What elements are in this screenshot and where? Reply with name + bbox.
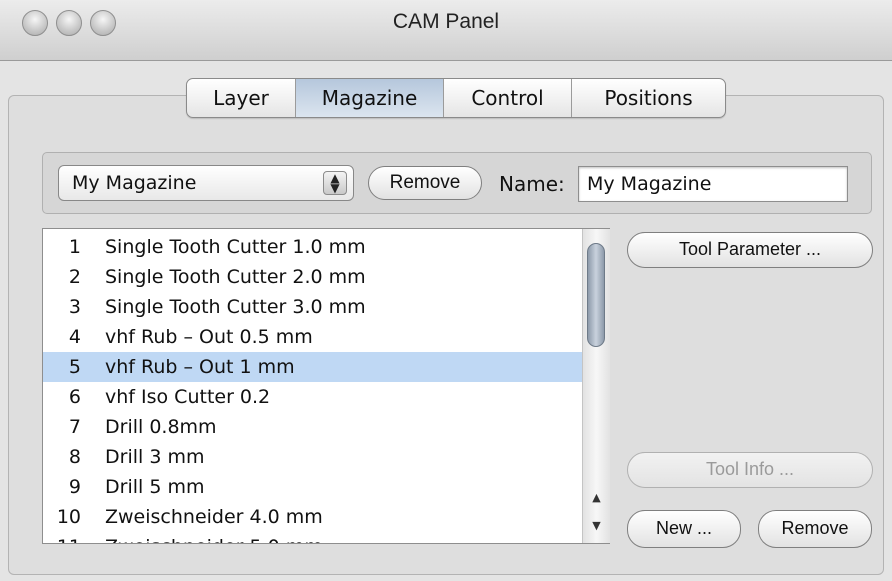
tool-list-scrollbar[interactable]: ▲ ▼ xyxy=(582,229,610,543)
window-title: CAM Panel xyxy=(392,10,500,33)
tool-parameter-button[interactable]: Tool Parameter ... xyxy=(627,232,873,268)
list-item[interactable]: 10 Zweischneider 4.0 mm xyxy=(43,502,583,532)
magazine-select[interactable]: My Magazine ▲ ▼ xyxy=(58,165,354,201)
tab-magazine[interactable]: Magazine xyxy=(295,79,443,117)
tab-bar: Layer Magazine Control Positions xyxy=(186,78,726,118)
up-down-arrows-icon: ▲ ▼ xyxy=(323,171,347,195)
list-item-selected[interactable]: 5 vhf Rub – Out 1 mm xyxy=(43,352,583,382)
list-item[interactable]: 9 Drill 5 mm xyxy=(43,472,583,502)
list-item[interactable]: 7 Drill 0.8mm xyxy=(43,412,583,442)
scroll-down-arrow-icon[interactable]: ▼ xyxy=(583,519,610,532)
list-item[interactable]: 8 Drill 3 mm xyxy=(43,442,583,472)
name-label: Name: xyxy=(499,172,565,196)
tool-list[interactable]: 1 Single Tooth Cutter 1.0 mm 2 Single Toot… xyxy=(42,228,610,544)
list-item[interactable]: 6 vhf Iso Cutter 0.2 xyxy=(43,382,583,412)
title-bar: CAM Panel xyxy=(0,0,892,61)
list-item[interactable]: 3 Single Tooth Cutter 3.0 mm xyxy=(43,292,583,322)
tab-positions[interactable]: Positions xyxy=(571,79,725,117)
list-item[interactable]: 11Zweischneider 5.0 mm xyxy=(43,532,583,543)
new-tool-button[interactable]: New ... xyxy=(627,510,741,548)
scroll-up-arrow-icon[interactable]: ▲ xyxy=(583,491,610,504)
scrollbar-thumb[interactable] xyxy=(587,243,605,347)
tab-layer[interactable]: Layer xyxy=(187,79,295,117)
list-item[interactable]: 2 Single Tooth Cutter 2.0 mm xyxy=(43,262,583,292)
remove-magazine-button[interactable]: Remove xyxy=(368,166,482,200)
magazine-name-field[interactable]: My Magazine xyxy=(578,166,848,202)
tab-control[interactable]: Control xyxy=(443,79,571,117)
list-item[interactable]: 1 Single Tooth Cutter 1.0 mm xyxy=(43,232,583,262)
list-item[interactable]: 4 vhf Rub – Out 0.5 mm xyxy=(43,322,583,352)
tool-info-button[interactable]: Tool Info ... xyxy=(627,452,873,488)
remove-tool-button[interactable]: Remove xyxy=(758,510,872,548)
magazine-select-value: My Magazine xyxy=(72,172,197,194)
